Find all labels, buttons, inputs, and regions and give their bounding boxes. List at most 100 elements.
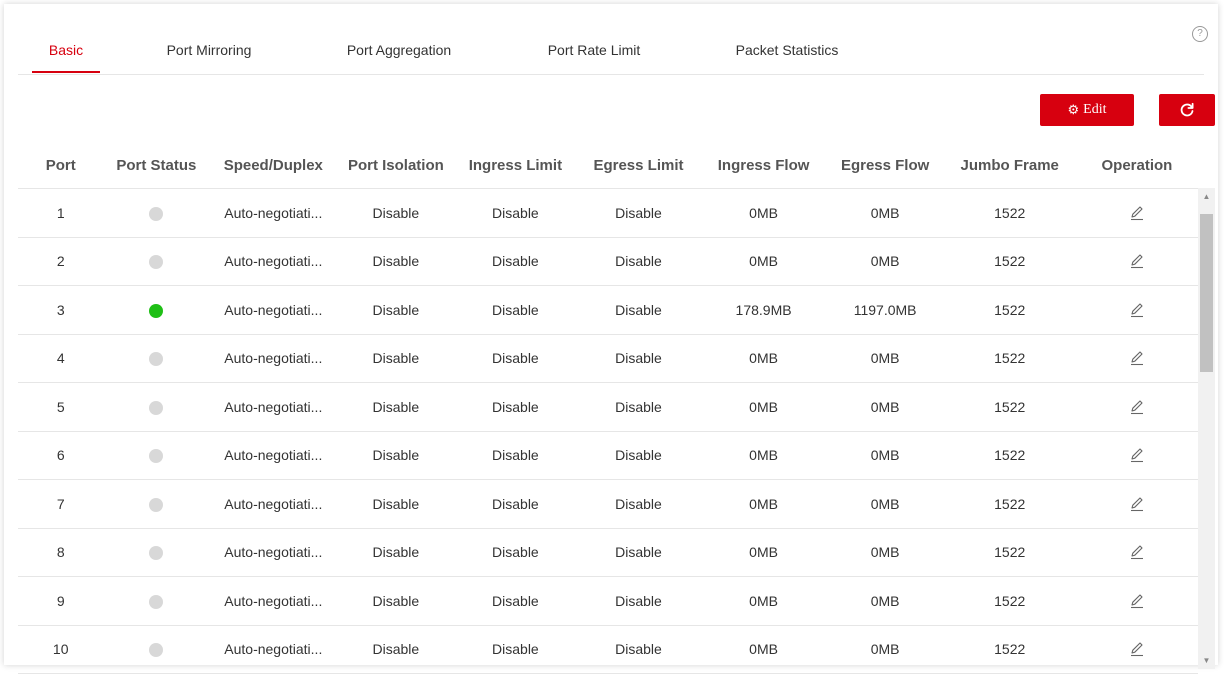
status-cell <box>103 382 210 432</box>
port-isolation-cell: Disable <box>337 285 455 335</box>
port-isolation-cell: Disable <box>337 237 455 286</box>
ingress-limit-cell: Disable <box>454 334 577 383</box>
port-cell: 2 <box>18 237 104 286</box>
help-circle-icon[interactable]: ? <box>1192 26 1208 42</box>
operation-cell <box>1075 237 1198 286</box>
status-cell <box>103 479 210 529</box>
jumbo-frame-cell: 1522 <box>943 479 1076 529</box>
speed-duplex-cell: Auto-negotiati... <box>209 576 338 626</box>
pencil-icon[interactable] <box>1128 446 1146 464</box>
jumbo-frame-cell: 1522 <box>943 188 1076 238</box>
port-settings-panel: Basic Port Mirroring Port Aggregation Po… <box>4 4 1218 674</box>
col-header-ingress-flow: Ingress Flow <box>700 142 827 189</box>
pencil-icon[interactable] <box>1128 301 1146 319</box>
operation-cell <box>1075 625 1198 674</box>
pencil-icon[interactable] <box>1128 204 1146 222</box>
jumbo-frame-cell: 1522 <box>943 382 1076 432</box>
operation-cell <box>1075 479 1198 529</box>
ingress-limit-cell: Disable <box>454 528 577 577</box>
col-header-port-isolation: Port Isolation <box>337 142 455 189</box>
status-dot-icon <box>149 400 164 415</box>
ingress-limit-cell: Disable <box>454 625 577 674</box>
ingress-flow-cell: 178.9MB <box>700 285 827 335</box>
egress-flow-cell: 0MB <box>826 528 944 577</box>
jumbo-frame-cell: 1522 <box>943 625 1076 674</box>
pencil-icon[interactable] <box>1128 349 1146 367</box>
status-cell <box>103 188 210 238</box>
egress-limit-cell: Disable <box>576 188 701 238</box>
jumbo-frame-cell: 1522 <box>943 237 1076 286</box>
port-cell: 3 <box>18 285 104 335</box>
speed-duplex-cell: Auto-negotiati... <box>209 431 338 480</box>
ingress-flow-cell: 0MB <box>700 382 827 432</box>
scroll-down-arrow-icon[interactable]: ▼ <box>1198 652 1215 669</box>
col-header-speed-duplex: Speed/Duplex <box>209 142 338 189</box>
tab-bar: Basic Port Mirroring Port Aggregation Po… <box>18 38 1204 75</box>
table-row: 2 Auto-negotiati... Disable Disable Disable 0… <box>18 237 1198 286</box>
port-isolation-cell: Disable <box>337 382 455 432</box>
pencil-icon[interactable] <box>1128 640 1146 658</box>
table-row: 5 Auto-negotiati... Disable Disable Disable 0… <box>18 382 1198 432</box>
port-cell: 1 <box>18 188 104 238</box>
port-isolation-cell: Disable <box>337 188 455 238</box>
pencil-icon[interactable] <box>1128 398 1146 416</box>
ingress-limit-cell: Disable <box>454 188 577 238</box>
port-cell: 4 <box>18 334 104 383</box>
ingress-limit-cell: Disable <box>454 576 577 626</box>
pencil-icon[interactable] <box>1128 495 1146 513</box>
ingress-flow-cell: 0MB <box>700 334 827 383</box>
pencil-icon[interactable] <box>1128 252 1146 270</box>
col-header-jumbo-frame: Jumbo Frame <box>943 142 1076 189</box>
ingress-limit-cell: Disable <box>454 285 577 335</box>
ingress-flow-cell: 0MB <box>700 528 827 577</box>
status-dot-icon <box>149 643 164 658</box>
port-isolation-cell: Disable <box>337 528 455 577</box>
pencil-icon[interactable] <box>1128 592 1146 610</box>
col-header-egress-limit: Egress Limit <box>576 142 701 189</box>
egress-flow-cell: 0MB <box>826 237 944 286</box>
egress-flow-cell: 0MB <box>826 576 944 626</box>
status-dot-icon <box>149 594 164 609</box>
table-header-row: Port Port Status Speed/Duplex Port Isola… <box>18 142 1198 189</box>
ingress-limit-cell: Disable <box>454 382 577 432</box>
operation-cell <box>1075 576 1198 626</box>
speed-duplex-cell: Auto-negotiati... <box>209 188 338 238</box>
table-row: 8 Auto-negotiati... Disable Disable Disable 0… <box>18 528 1198 577</box>
edit-button[interactable]: ⚙ Edit <box>1040 94 1134 126</box>
table-row: 6 Auto-negotiati... Disable Disable Disable 0… <box>18 431 1198 480</box>
status-cell <box>103 334 210 383</box>
tab-basic[interactable]: Basic <box>32 38 100 73</box>
egress-flow-cell: 1197.0MB <box>826 285 944 335</box>
egress-flow-cell: 0MB <box>826 334 944 383</box>
egress-limit-cell: Disable <box>576 576 701 626</box>
status-dot-icon <box>149 497 164 512</box>
port-cell: 10 <box>18 625 104 674</box>
tab-port-rate-limit[interactable]: Port Rate Limit <box>534 38 654 73</box>
table-row: 4 Auto-negotiati... Disable Disable Disable 0… <box>18 334 1198 383</box>
status-dot-icon <box>149 546 164 561</box>
status-dot-icon <box>149 206 164 221</box>
table-scrollbar[interactable]: ▲ ▼ <box>1198 188 1215 669</box>
port-table: Port Port Status Speed/Duplex Port Isola… <box>18 142 1198 674</box>
refresh-button[interactable] <box>1159 94 1215 126</box>
port-cell: 8 <box>18 528 104 577</box>
scroll-up-arrow-icon[interactable]: ▲ <box>1198 188 1215 205</box>
table-row: 7 Auto-negotiati... Disable Disable Disable 0… <box>18 479 1198 529</box>
port-isolation-cell: Disable <box>337 334 455 383</box>
status-dot-icon <box>149 303 164 318</box>
scrollbar-thumb[interactable] <box>1200 214 1213 372</box>
col-header-operation: Operation <box>1075 142 1198 189</box>
port-isolation-cell: Disable <box>337 479 455 529</box>
tab-port-mirroring[interactable]: Port Mirroring <box>154 38 264 73</box>
ingress-flow-cell: 0MB <box>700 431 827 480</box>
egress-limit-cell: Disable <box>576 285 701 335</box>
jumbo-frame-cell: 1522 <box>943 431 1076 480</box>
pencil-icon[interactable] <box>1128 543 1146 561</box>
port-isolation-cell: Disable <box>337 431 455 480</box>
tab-packet-statistics[interactable]: Packet Statistics <box>720 38 854 73</box>
egress-limit-cell: Disable <box>576 479 701 529</box>
status-cell <box>103 625 210 674</box>
col-header-port-status: Port Status <box>103 142 210 189</box>
tab-port-aggregation[interactable]: Port Aggregation <box>334 38 464 73</box>
egress-limit-cell: Disable <box>576 625 701 674</box>
